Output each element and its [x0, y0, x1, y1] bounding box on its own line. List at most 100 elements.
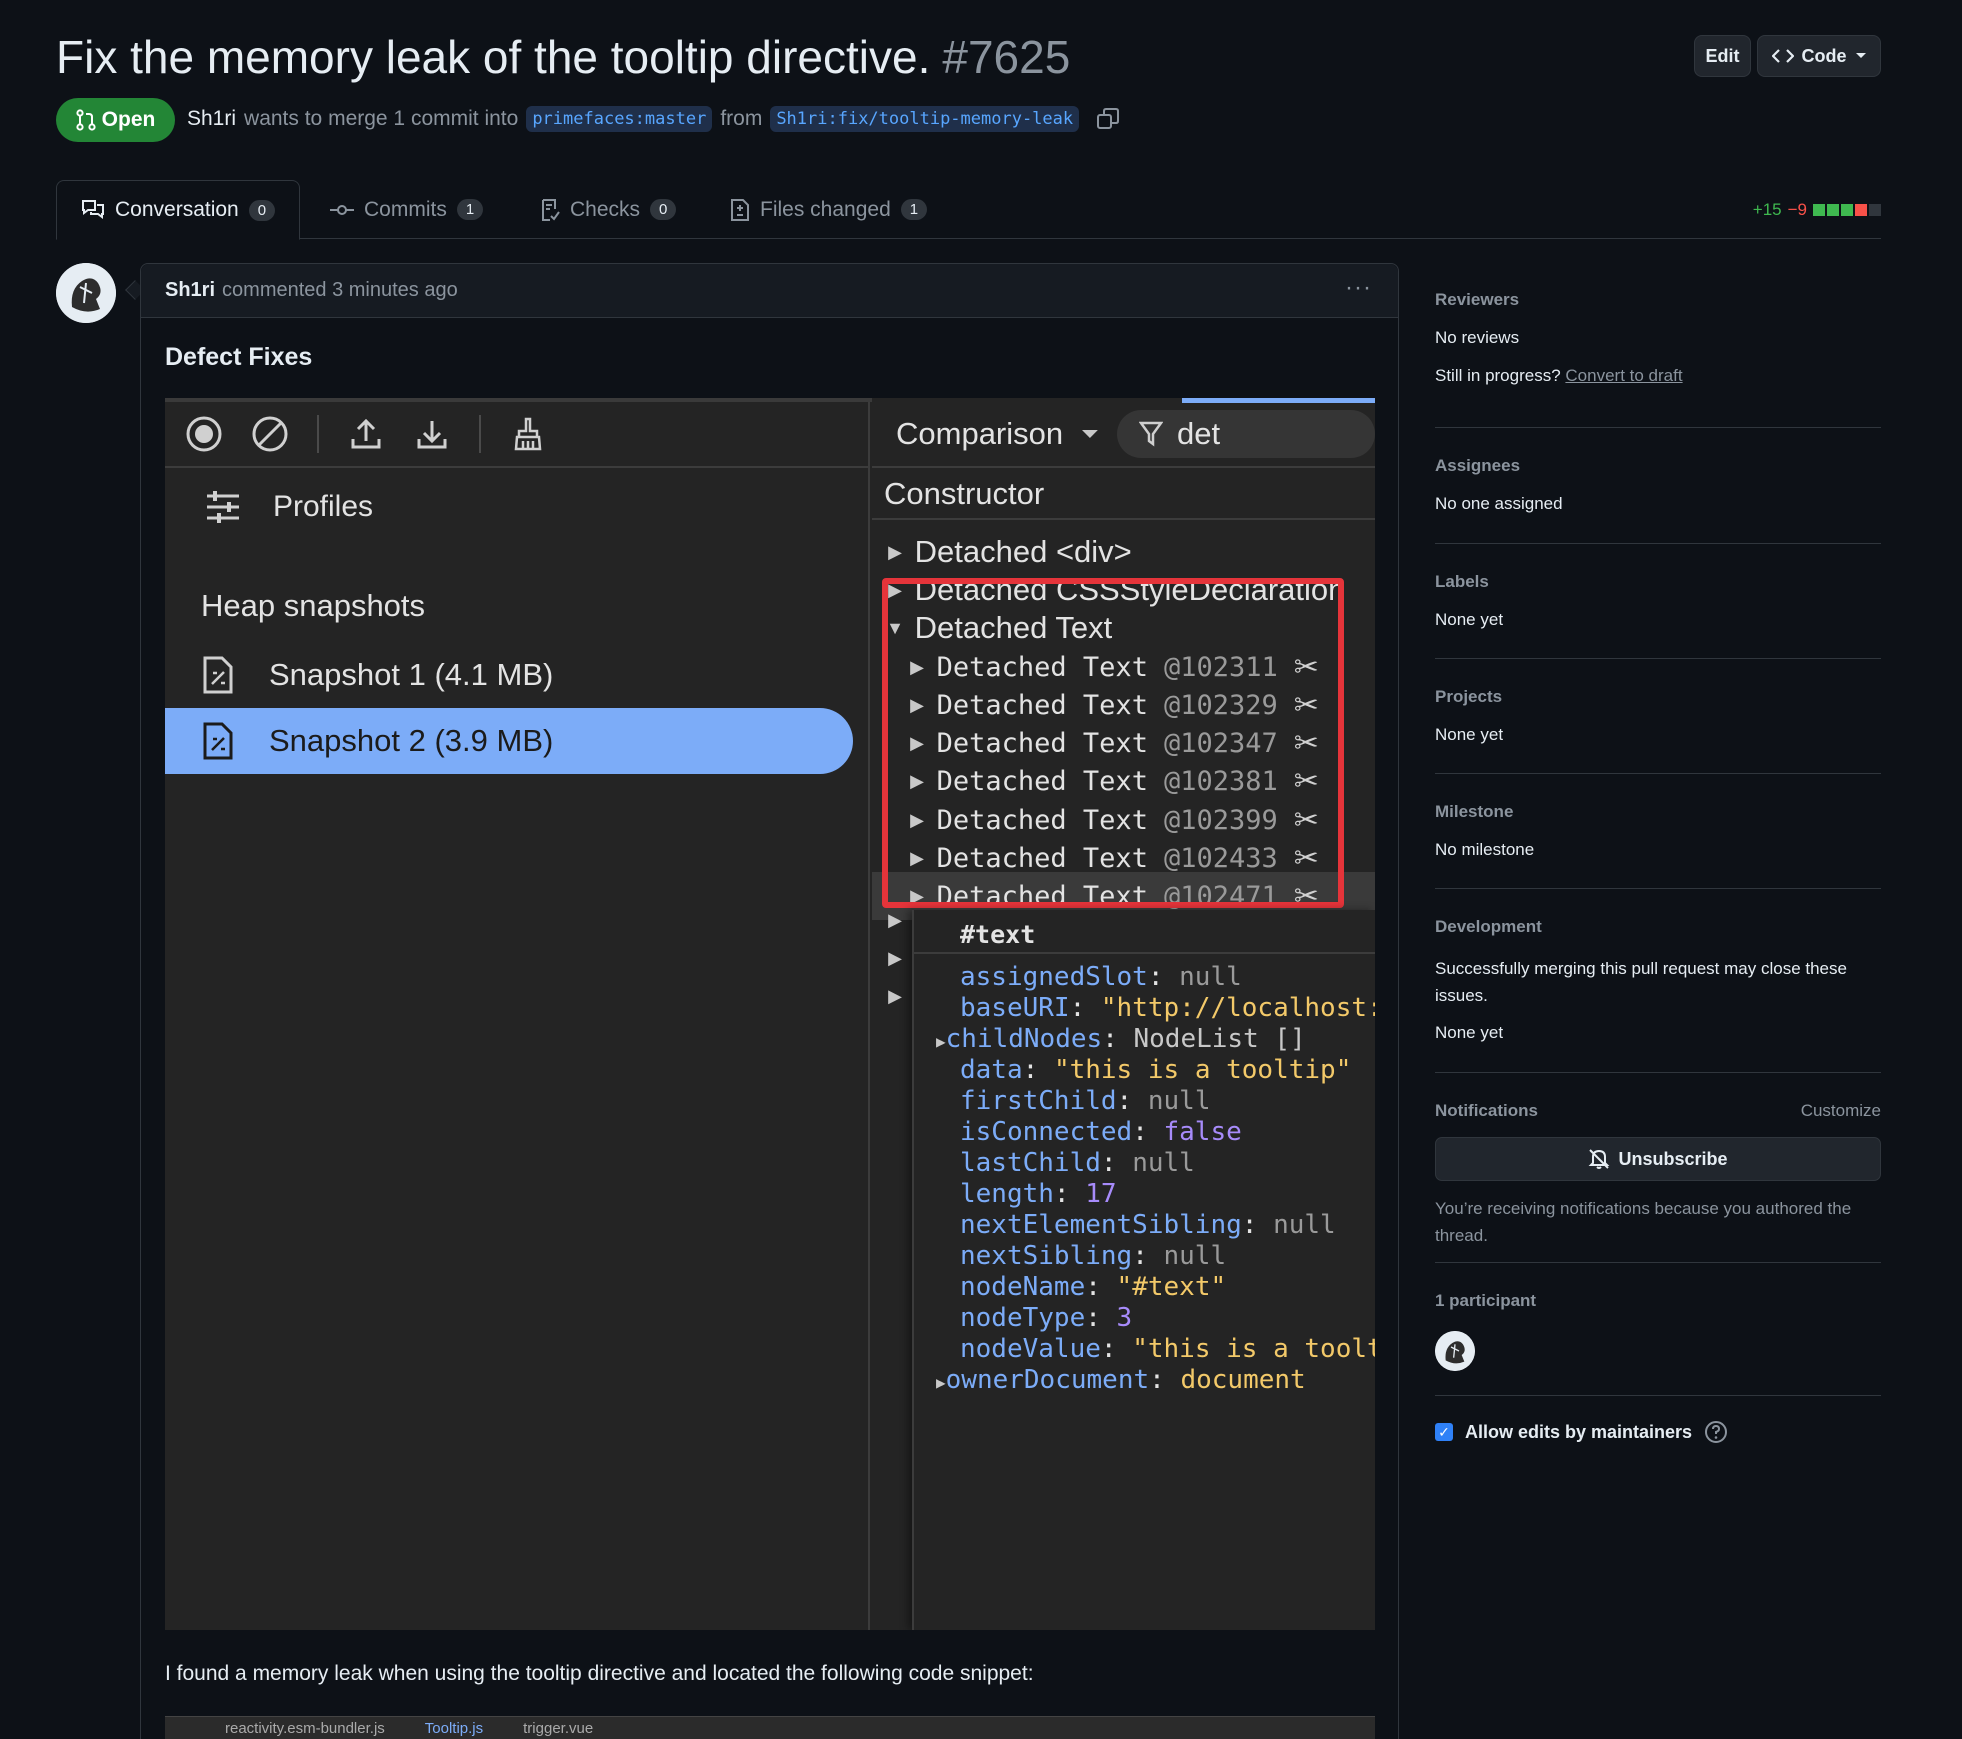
prop-row: nodeType: 3: [960, 1303, 1133, 1333]
expand-triangle-icon: ▶: [888, 910, 902, 930]
kebab-menu-icon[interactable]: ···: [1345, 274, 1372, 302]
group-label: Detached <div>: [914, 534, 1132, 569]
base-branch[interactable]: primefaces:master: [526, 106, 713, 132]
code-button-label: Code: [1801, 45, 1847, 66]
comparison-toolbar: Comparison det: [872, 402, 1375, 468]
file-diff-icon: [731, 198, 749, 221]
convert-to-draft-link[interactable]: Convert to draft: [1565, 366, 1682, 385]
allow-edits-checkbox[interactable]: ✓: [1435, 1423, 1453, 1441]
sidebar-allow-edits: ✓ Allow edits by maintainers: [1435, 1396, 1881, 1444]
object-title: #text: [960, 920, 1036, 949]
tab-label: Checks: [570, 197, 641, 221]
profiles-panel: Profiles Heap snapshots Snapshot 1 (4.1 …: [165, 398, 1375, 1630]
sidebar-projects: Projects None yet: [1435, 659, 1881, 774]
sidebar-heading[interactable]: Milestone: [1435, 802, 1881, 822]
object-popover: #text assignedSlot: null baseURI: "http:…: [912, 910, 1375, 1630]
chevron-down-icon: [1082, 430, 1098, 438]
checklist-icon: [542, 198, 560, 221]
toolbar-divider: [317, 415, 319, 453]
participant-avatar[interactable]: [1435, 1331, 1475, 1371]
sliders-icon: [207, 491, 239, 523]
tab-label: Conversation: [115, 198, 239, 221]
diffstat-additions: +15: [1752, 200, 1782, 219]
edit-button-label: Edit: [1705, 45, 1740, 66]
prop-row: nextSibling: null: [960, 1241, 1227, 1271]
divider: [914, 952, 1375, 954]
unsubscribe-button[interactable]: Unsubscribe: [1435, 1137, 1881, 1181]
allow-edits-row: ✓ Allow edits by maintainers: [1435, 1420, 1881, 1444]
prop-row: ▶ownerDocument: document: [936, 1365, 1306, 1395]
sidebar-reviewers: Reviewers No reviews Still in progress? …: [1435, 280, 1881, 428]
comment-header: Sh1ri commented 3 minutes ago ···: [141, 264, 1398, 318]
sidebar: Reviewers No reviews Still in progress? …: [1435, 280, 1881, 1444]
development-description: Successfully merging this pull request m…: [1435, 959, 1847, 1005]
unsubscribe-label: Unsubscribe: [1618, 1148, 1728, 1169]
prop-row: nextElementSibling: null: [960, 1210, 1336, 1240]
comment-heading: Defect Fixes: [165, 343, 313, 371]
clear-icon: [252, 416, 288, 452]
snapshot-item: Snapshot 1 (4.1 MB): [165, 642, 853, 708]
sidebar-heading[interactable]: Reviewers: [1435, 290, 1881, 310]
diffstat[interactable]: +15 −9: [1753, 200, 1881, 220]
profiles-header: Profiles: [205, 490, 373, 524]
code-screenshot-tabs: reactivity.esm-bundler.js Tooltip.js tri…: [165, 1716, 1375, 1739]
expand-triangle-icon: ▶: [888, 986, 902, 1006]
comment-author[interactable]: Sh1ri: [165, 279, 215, 302]
copy-icon[interactable]: [1097, 108, 1120, 130]
constructor-column-header: Constructor: [872, 470, 1375, 520]
code-tab: trigger.vue: [523, 1719, 594, 1737]
sidebar-heading[interactable]: Assignees: [1435, 456, 1881, 476]
sidebar-development: Development Successfully merging this pu…: [1435, 889, 1881, 1073]
milestone-value: No milestone: [1435, 840, 1535, 859]
edit-button[interactable]: Edit: [1694, 35, 1751, 77]
avatar[interactable]: [56, 263, 116, 323]
tab-files-changed[interactable]: Files changed 1: [706, 180, 951, 239]
filter-value: det: [1176, 416, 1221, 451]
prop-row: nodeValue: "this is a toolt: [960, 1334, 1375, 1364]
tab-conversation[interactable]: Conversation 0: [56, 180, 301, 240]
bell-slash-icon: [1589, 1149, 1610, 1169]
labels-value: None yet: [1435, 610, 1504, 629]
prop-row: nodeName: "#text": [960, 1272, 1227, 1302]
highlight-box: [882, 578, 1344, 908]
sidebar-heading[interactable]: Development: [1435, 917, 1881, 937]
pr-title: Fix the memory leak of the tooltip direc…: [56, 30, 1070, 84]
comment-meta[interactable]: commented 3 minutes ago: [222, 279, 458, 302]
tab-label: Commits: [364, 197, 447, 221]
code-icon: [1771, 49, 1794, 63]
devtools-screenshot: Profiles Heap snapshots Snapshot 1 (4.1 …: [165, 398, 1375, 1630]
head-branch[interactable]: Sh1ri:fix/tooltip-memory-leak: [770, 106, 1080, 132]
code-button[interactable]: Code: [1757, 35, 1881, 77]
sidebar-heading[interactable]: Labels: [1435, 572, 1881, 592]
customize-link[interactable]: Customize: [1801, 1101, 1881, 1121]
sidebar-heading: 1 participant: [1435, 1291, 1537, 1310]
commit-icon: [330, 204, 354, 215]
question-icon[interactable]: [1704, 1420, 1728, 1444]
heap-snapshots-title: Heap snapshots: [201, 588, 426, 623]
profiles-toolbar: [165, 402, 870, 468]
code-tab-active: Tooltip.js: [424, 1719, 484, 1737]
comment-body-text: I found a memory leak when using the too…: [165, 1662, 1034, 1685]
tab-count: 1: [456, 199, 484, 220]
snapshot-label: Snapshot 1 (4.1 MB): [269, 657, 554, 692]
assignees-value: No one assigned: [1435, 494, 1563, 513]
status-badge: Open: [56, 98, 175, 142]
pr-author-link[interactable]: Sh1ri: [187, 107, 236, 131]
view-mode-select: Comparison: [896, 416, 1064, 451]
snapshot-file-icon: [203, 722, 233, 760]
tab-checks[interactable]: Checks 0: [516, 180, 700, 239]
prop-row: baseURI: "http://localhost:: [960, 993, 1375, 1023]
status-badge-label: Open: [101, 108, 156, 131]
comparison-panel: Comparison det Constructor ▶ Detached <d…: [872, 398, 1375, 1630]
upload-icon: [351, 418, 381, 449]
broom-icon: [514, 417, 542, 451]
tab-commits[interactable]: Commits 1: [306, 180, 507, 239]
prop-row: lastChild: null: [960, 1148, 1195, 1178]
filter-icon: [1138, 421, 1163, 447]
sidebar-heading[interactable]: Projects: [1435, 687, 1881, 707]
projects-value: None yet: [1435, 725, 1504, 744]
chevron-down-icon: [1855, 53, 1866, 58]
notifications-reason: You’re receiving notifications because y…: [1435, 1199, 1852, 1245]
toolbar-divider: [479, 415, 481, 453]
draft-prompt: Still in progress? Convert to draft: [1435, 366, 1881, 386]
